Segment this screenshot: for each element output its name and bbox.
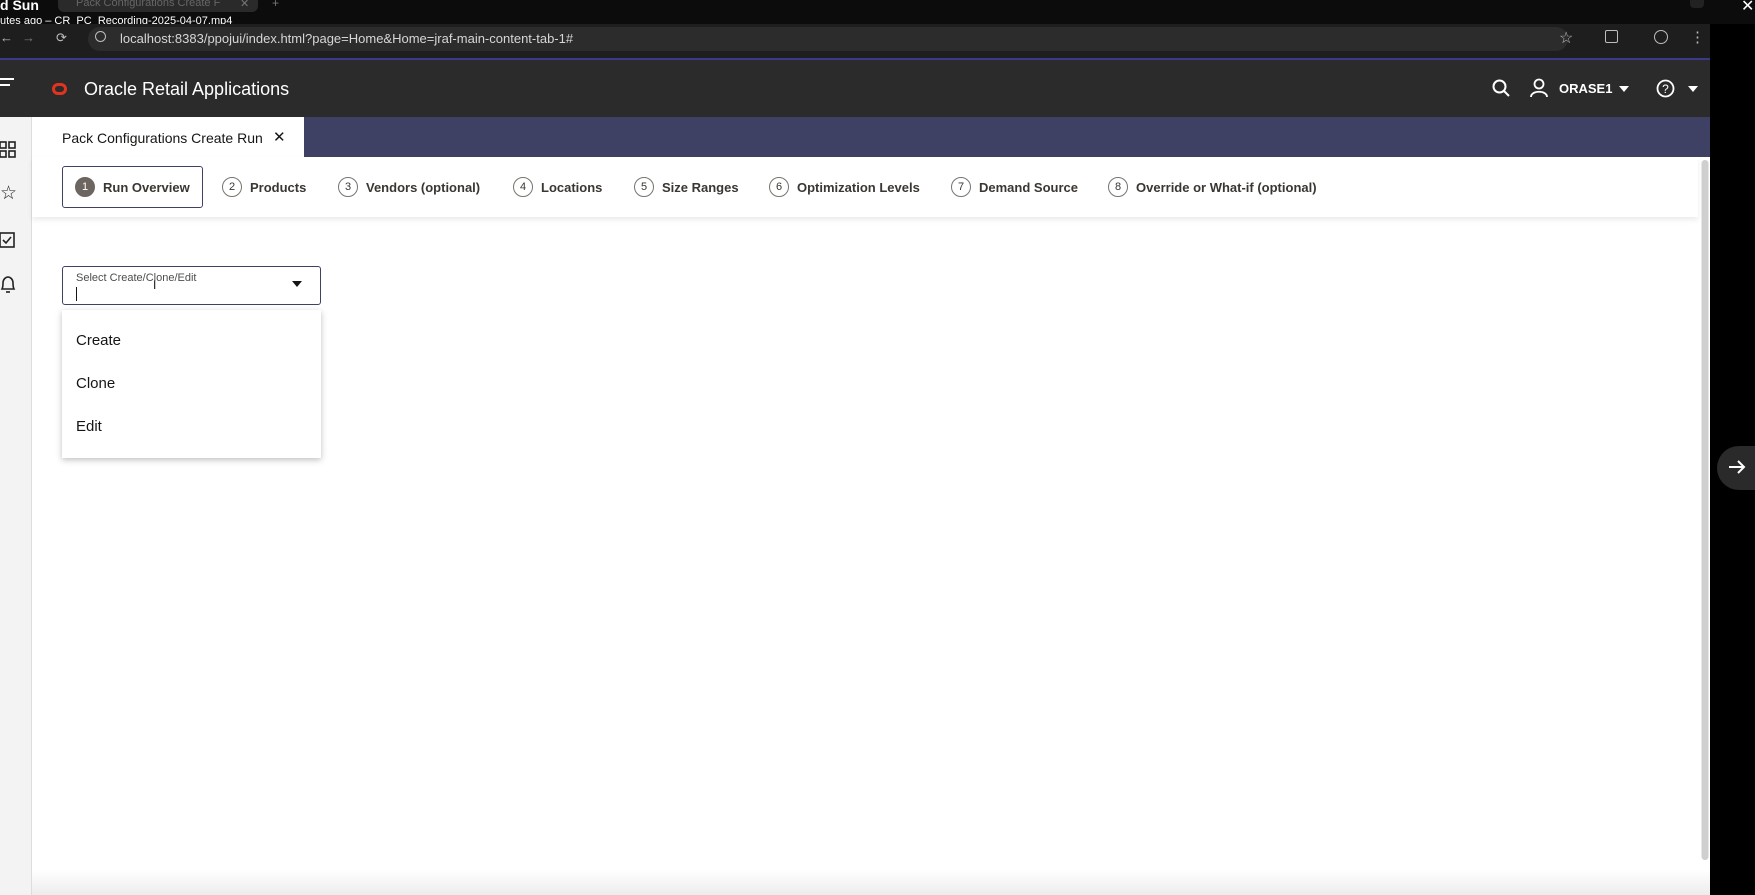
site-info-icon[interactable] xyxy=(95,31,106,42)
svg-text:?: ? xyxy=(1662,82,1669,96)
back-icon[interactable]: ← xyxy=(0,30,13,45)
hamburger-menu-icon[interactable] xyxy=(0,78,14,90)
profile-icon[interactable] xyxy=(1654,30,1668,44)
bookmark-star-icon[interactable]: ☆ xyxy=(1559,28,1573,48)
step-number: 7 xyxy=(951,177,971,197)
step-label: Products xyxy=(250,179,307,195)
step-label: Demand Source xyxy=(979,179,1078,195)
browser-menu-icon[interactable]: ⋮ xyxy=(1690,28,1705,46)
address-url[interactable]: localhost:8383/ppojui/index.html?page=Ho… xyxy=(120,31,573,46)
step-number: 8 xyxy=(1108,177,1128,197)
mouse-ibeam-cursor-icon: I xyxy=(153,278,157,292)
step-label: Vendors (optional) xyxy=(366,179,481,195)
user-name[interactable]: ORASE1 xyxy=(1559,81,1612,96)
new-tab-icon[interactable]: + xyxy=(272,0,279,10)
help-icon[interactable]: ? xyxy=(1656,79,1675,98)
step-label: Locations xyxy=(541,179,603,195)
oracle-logo-icon xyxy=(52,83,67,95)
step-override-what-if[interactable]: 8 Override or What-if (optional) xyxy=(1108,172,1317,202)
browser-tab-title: Pack Configurations Create F xyxy=(76,0,221,9)
step-number: 2 xyxy=(222,177,242,197)
overlay-close-icon[interactable]: ✕ xyxy=(1741,0,1754,16)
dashboard-grid-icon[interactable] xyxy=(0,141,16,159)
favorites-star-icon[interactable]: ☆ xyxy=(0,182,17,205)
help-menu-chevron-icon[interactable] xyxy=(1688,86,1698,92)
option-clone[interactable]: Clone xyxy=(76,375,115,392)
dropdown-arrow-icon[interactable] xyxy=(292,281,302,287)
select-label: Select Create/Clone/Edit xyxy=(76,272,197,284)
step-number: 4 xyxy=(513,177,533,197)
step-label: Size Ranges xyxy=(662,179,739,195)
tasks-icon[interactable] xyxy=(0,231,16,249)
scrollbar-thumb[interactable] xyxy=(1702,160,1708,860)
user-menu-chevron-icon[interactable] xyxy=(1619,86,1629,92)
app-title: Oracle Retail Applications xyxy=(84,79,290,99)
content-footer xyxy=(32,870,1710,895)
step-number: 5 xyxy=(634,177,654,197)
step-size-ranges[interactable]: 5 Size Ranges xyxy=(634,172,739,202)
option-edit[interactable]: Edit xyxy=(76,418,102,435)
arrow-right-icon xyxy=(1729,460,1746,474)
step-demand-source[interactable]: 7 Demand Source xyxy=(951,172,1078,202)
step-vendors[interactable]: 3 Vendors (optional) xyxy=(338,172,480,202)
step-label: Optimization Levels xyxy=(797,179,920,195)
step-label: Run Overview xyxy=(103,179,190,195)
forward-icon[interactable]: → xyxy=(22,30,35,45)
step-label: Override or What-if (optional) xyxy=(1136,179,1317,195)
search-icon[interactable] xyxy=(1492,79,1510,97)
step-run-overview[interactable]: 1 Run Overview xyxy=(62,166,203,208)
tab-close-icon[interactable]: ✕ xyxy=(273,128,286,146)
browser-tab-close-icon[interactable]: ✕ xyxy=(240,0,249,10)
step-locations[interactable]: 4 Locations xyxy=(513,172,602,202)
text-cursor xyxy=(76,287,77,301)
option-create[interactable]: Create xyxy=(76,332,121,349)
window-control[interactable] xyxy=(1690,0,1704,8)
reload-icon[interactable]: ⟳ xyxy=(56,30,67,46)
step-number: 1 xyxy=(75,177,95,197)
extensions-icon[interactable] xyxy=(1605,30,1618,43)
step-number: 6 xyxy=(769,177,789,197)
tab-label: Pack Configurations Create Run xyxy=(62,130,263,146)
step-optimization-levels[interactable]: 6 Optimization Levels xyxy=(769,172,920,202)
step-number: 3 xyxy=(338,177,358,197)
recording-title: d Sun xyxy=(0,0,39,13)
step-products[interactable]: 2 Products xyxy=(222,172,306,202)
notifications-bell-icon[interactable] xyxy=(0,276,16,294)
user-icon[interactable] xyxy=(1530,78,1548,98)
